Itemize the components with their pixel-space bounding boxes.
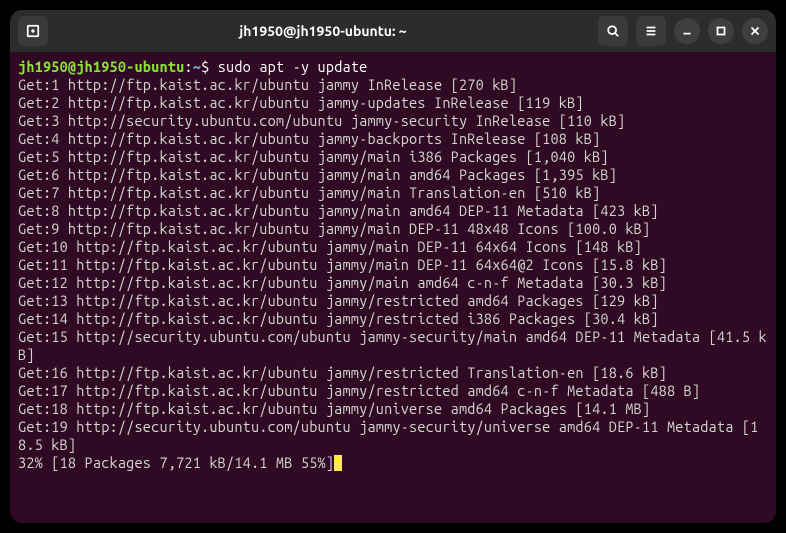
search-icon xyxy=(606,24,620,38)
maximize-button[interactable] xyxy=(708,18,734,44)
close-icon xyxy=(748,24,762,38)
titlebar: jh1950@jh1950-ubuntu: ~ xyxy=(10,10,776,52)
cursor xyxy=(334,455,342,471)
hamburger-icon xyxy=(644,24,658,38)
prompt-separator: : xyxy=(184,58,192,75)
window-title: jh1950@jh1950-ubuntu: ~ xyxy=(54,23,592,39)
new-tab-button[interactable] xyxy=(18,16,48,46)
progress-line: 32% [18 Packages 7,721 kB/14.1 MB 55%] xyxy=(18,454,334,471)
minimize-icon xyxy=(680,24,694,38)
command-text: sudo apt -y update xyxy=(218,58,368,75)
close-button[interactable] xyxy=(742,18,768,44)
minimize-button[interactable] xyxy=(674,18,700,44)
prompt-user-host: jh1950@jh1950-ubuntu xyxy=(18,58,184,75)
menu-button[interactable] xyxy=(636,16,666,46)
prompt-dollar: $ xyxy=(201,58,209,75)
maximize-icon xyxy=(714,24,728,38)
output-lines: Get:1 http://ftp.kaist.ac.kr/ubuntu jamm… xyxy=(18,76,767,453)
new-tab-icon xyxy=(26,24,40,38)
search-button[interactable] xyxy=(598,16,628,46)
terminal-window: jh1950@jh1950-ubuntu: ~ jh1950@jh1950-ub… xyxy=(10,10,776,523)
prompt-path: ~ xyxy=(193,58,201,75)
terminal-content[interactable]: jh1950@jh1950-ubuntu:~$ sudo apt -y upda… xyxy=(10,52,776,523)
